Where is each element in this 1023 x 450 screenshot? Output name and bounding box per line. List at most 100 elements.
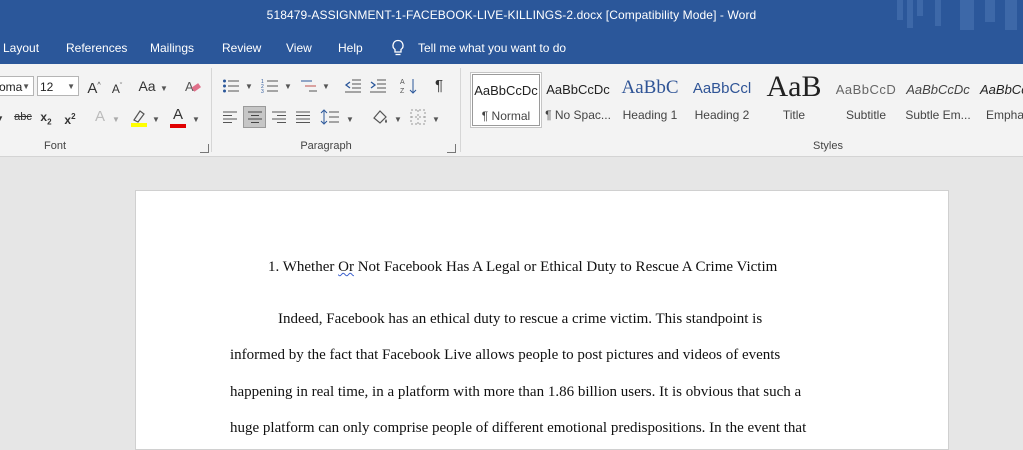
shading-icon[interactable] xyxy=(370,108,390,126)
ribbon: oma ▼ 12 ▼ A^ Aˇ Aa ▼ A ▼ abc x2 x2 A ▼ … xyxy=(0,64,1023,157)
style-subtle-emphasis[interactable]: AaBbCcDc Subtle Em... xyxy=(902,72,974,128)
paragraph-line: huge platform can only comprise people o… xyxy=(230,420,807,436)
grow-font-button[interactable]: A^ xyxy=(86,76,102,99)
group-divider xyxy=(460,68,461,152)
title-bar: 518479-ASSIGNMENT-1-FACEBOOK-LIVE-KILLIN… xyxy=(0,0,1023,33)
style-heading-2[interactable]: AaBbCcl Heading 2 xyxy=(686,72,758,128)
font-dialog-launcher[interactable] xyxy=(200,144,209,153)
line-spacing-icon[interactable] xyxy=(320,109,340,125)
chevron-down-icon: ▼ xyxy=(160,84,168,93)
change-case-button[interactable]: Aa xyxy=(138,76,156,96)
chevron-down-icon: ▼ xyxy=(394,115,402,124)
superscript-button[interactable]: x2 xyxy=(62,107,78,130)
tell-me-search[interactable]: Tell me what you want to do xyxy=(418,41,566,55)
sort-icon[interactable]: AZ xyxy=(400,77,418,95)
heading-number: 1. xyxy=(268,259,280,275)
style-name: Subtle Em... xyxy=(905,108,971,122)
tab-mailings[interactable]: Mailings xyxy=(150,41,194,55)
font-name-combo[interactable]: oma ▼ xyxy=(0,76,34,96)
style-name: Heading 1 xyxy=(622,108,678,122)
font-color-label: A xyxy=(172,106,183,123)
align-center-icon xyxy=(248,111,262,123)
chevron-down-icon: ▼ xyxy=(346,115,354,124)
group-divider xyxy=(211,68,212,152)
style-sample: AaBbCcD xyxy=(835,82,897,97)
styles-gallery: AaBbCcDc ¶ Normal AaBbCcDc ¶ No Spac... … xyxy=(468,68,1023,132)
bullets-icon[interactable] xyxy=(222,78,240,94)
title-bar-decoration xyxy=(917,0,923,16)
highlight-color-bar xyxy=(131,123,147,127)
chevron-down-icon: ▼ xyxy=(152,115,160,124)
align-right-icon[interactable] xyxy=(271,110,287,124)
align-left-icon[interactable] xyxy=(222,110,238,124)
increase-indent-icon[interactable] xyxy=(369,78,387,94)
style-name: Emphas xyxy=(986,108,1023,122)
ribbon-tabs: Layout References Mailings Review View H… xyxy=(0,33,1023,64)
text-effects-button[interactable]: A xyxy=(92,107,108,127)
heading-text-part: Not Facebook Has A Legal or Ethical Duty… xyxy=(357,259,778,275)
style-emphasis[interactable]: AaBbCc Emphas xyxy=(974,72,1023,128)
paragraph-dialog-launcher[interactable] xyxy=(447,144,456,153)
borders-icon[interactable] xyxy=(410,109,426,125)
style-name: Heading 2 xyxy=(694,108,750,122)
font-size-combo[interactable]: 12 ▼ xyxy=(37,76,79,96)
style-sample: AaB xyxy=(766,72,822,103)
font-color-button[interactable]: A xyxy=(170,105,186,125)
numbering-icon[interactable]: 1 2 3 xyxy=(261,78,279,94)
chevron-down-icon: ▼ xyxy=(245,82,253,91)
text-effects-label: A xyxy=(94,108,105,125)
tab-review[interactable]: Review xyxy=(222,41,261,55)
style-sample: AaBbCcl xyxy=(692,80,752,97)
shrink-font-label: A xyxy=(111,82,120,96)
svg-text:Z: Z xyxy=(400,88,405,95)
tab-layout[interactable]: Layout xyxy=(3,41,39,55)
decrease-indent-icon[interactable] xyxy=(344,78,362,94)
style-name: Title xyxy=(782,108,806,122)
tab-references[interactable]: References xyxy=(66,41,127,55)
shrink-font-button[interactable]: Aˇ xyxy=(110,77,124,99)
chevron-down-icon: ▼ xyxy=(112,115,120,124)
title-bar-decoration xyxy=(897,0,903,20)
grow-font-label: A xyxy=(87,80,98,97)
paragraph-line: happening in real time, in a platform wi… xyxy=(230,384,802,400)
multilevel-list-icon[interactable] xyxy=(300,78,318,94)
clear-formatting-icon[interactable]: A xyxy=(184,78,202,96)
subscript-button[interactable]: x2 xyxy=(38,107,54,132)
strikethrough-button[interactable]: abc xyxy=(12,107,34,127)
align-center-button[interactable] xyxy=(243,106,266,128)
style-name: ¶ No Spac... xyxy=(545,108,611,122)
lightbulb-icon xyxy=(392,39,404,56)
styles-group-label: Styles xyxy=(813,140,843,152)
style-no-spacing[interactable]: AaBbCcDc ¶ No Spac... xyxy=(542,72,614,128)
style-normal[interactable]: AaBbCcDc ¶ Normal xyxy=(470,72,542,128)
font-group-label: Font xyxy=(43,140,66,152)
style-title[interactable]: AaB Title xyxy=(758,72,830,128)
title-bar-decoration xyxy=(985,0,995,22)
window-title: 518479-ASSIGNMENT-1-FACEBOOK-LIVE-KILLIN… xyxy=(266,8,757,22)
style-name: Subtitle xyxy=(845,108,887,122)
chevron-down-icon: ▼ xyxy=(432,115,440,124)
title-bar-decoration xyxy=(907,0,913,28)
style-subtitle[interactable]: AaBbCcD Subtitle xyxy=(830,72,902,128)
paragraph-line: informed by the fact that Facebook Live … xyxy=(230,347,781,363)
tab-help[interactable]: Help xyxy=(338,41,363,55)
style-sample: AaBbCc xyxy=(980,82,1023,97)
paragraph-line: Indeed, Facebook has an ethical duty to … xyxy=(278,311,763,327)
highlighter-icon[interactable] xyxy=(129,108,149,128)
chevron-down-icon: ▼ xyxy=(192,115,200,124)
style-heading-1[interactable]: AaBbC Heading 1 xyxy=(614,72,686,128)
strikethrough-label: abc xyxy=(14,111,32,123)
justify-icon[interactable] xyxy=(295,110,311,124)
document-page[interactable]: 1. Whether Or Not Facebook Has A Legal o… xyxy=(135,190,949,450)
chevron-down-icon: ▼ xyxy=(0,107,4,129)
svg-text:A: A xyxy=(400,79,405,86)
show-formatting-marks-icon[interactable]: ¶ xyxy=(432,76,446,96)
change-case-label: Aa xyxy=(138,78,156,94)
document-heading: 1. Whether Or Not Facebook Has A Legal o… xyxy=(268,259,777,276)
svg-text:3: 3 xyxy=(261,89,264,94)
tab-view[interactable]: View xyxy=(286,41,312,55)
grammar-flagged-word: Or xyxy=(338,259,354,275)
font-name-value: oma xyxy=(0,80,23,94)
paragraph-group-label: Paragraph xyxy=(300,140,352,152)
font-color-bar xyxy=(170,124,186,128)
